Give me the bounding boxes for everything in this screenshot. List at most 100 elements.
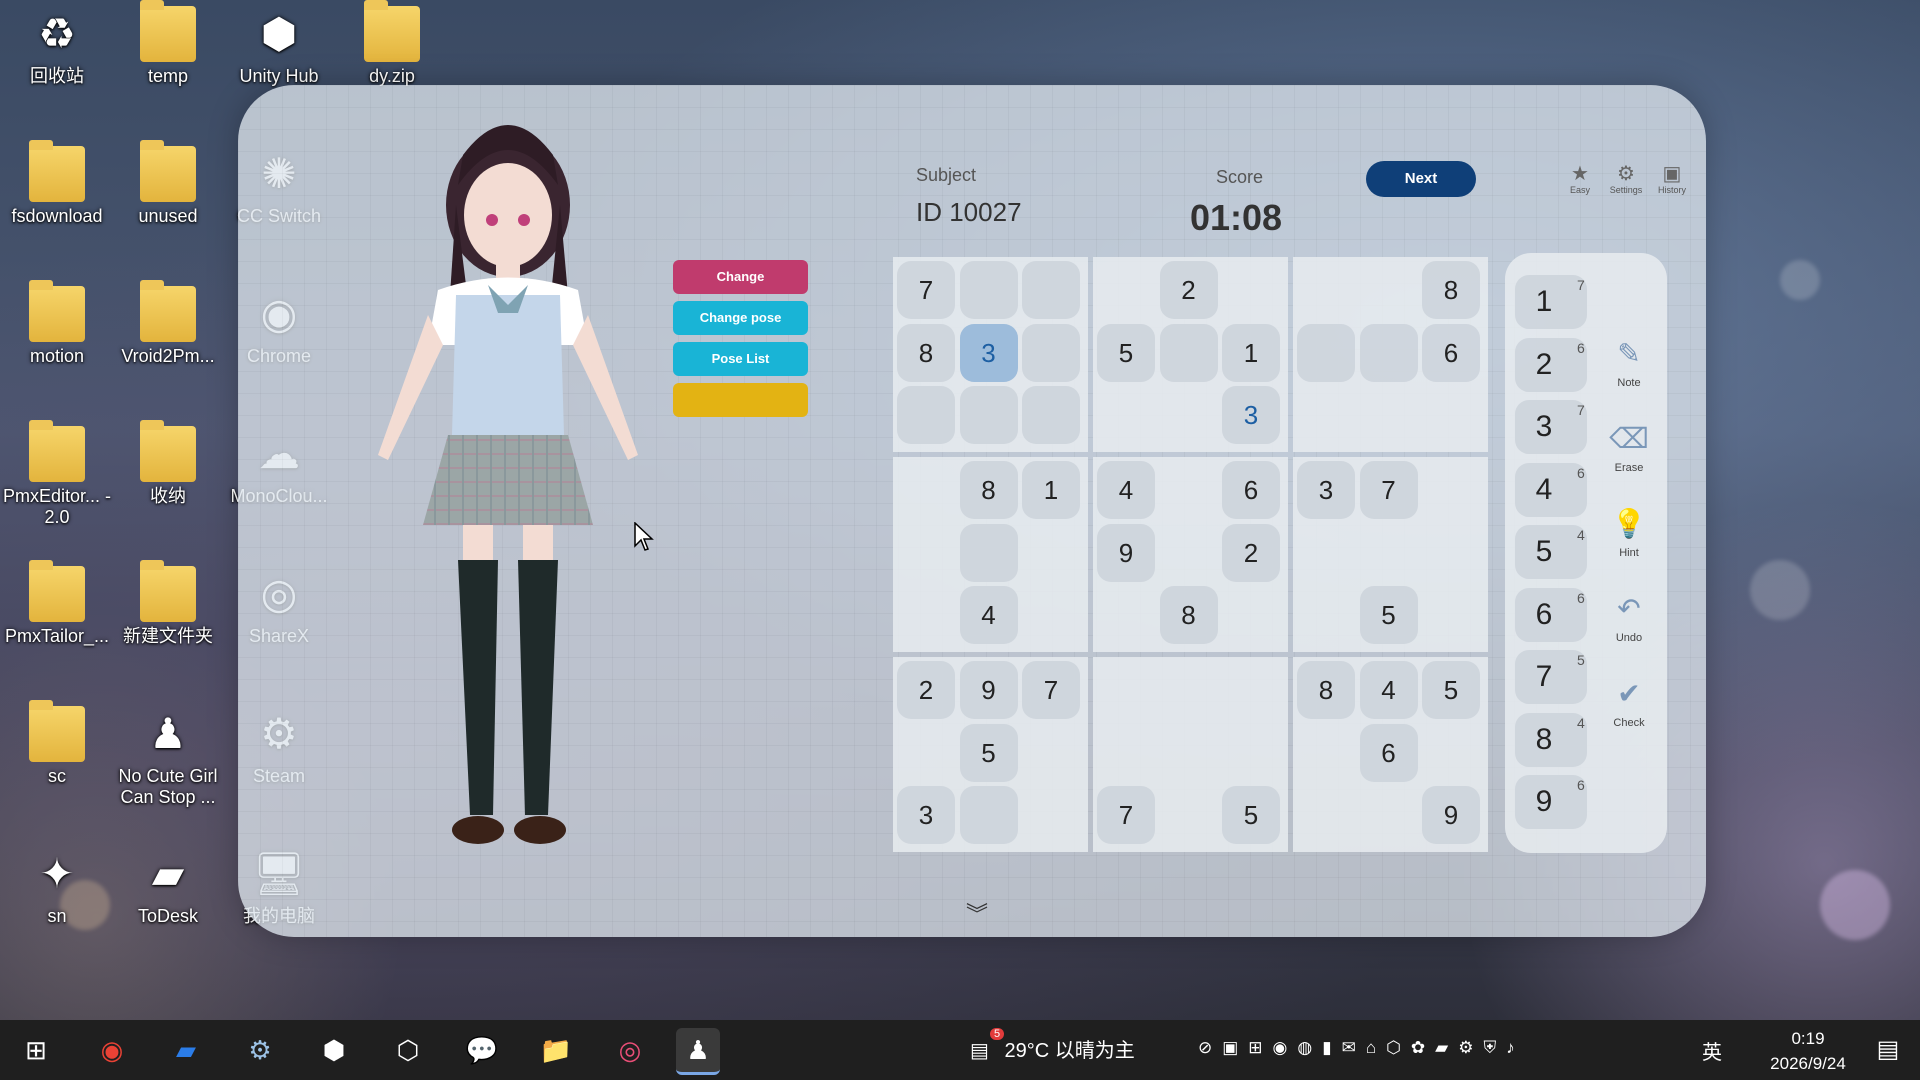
sudoku-cell[interactable]: 8 — [1297, 661, 1355, 719]
sudoku-cell[interactable] — [1022, 786, 1080, 844]
sudoku-cell[interactable] — [1160, 724, 1218, 782]
check-button[interactable]: ✔ Check — [1599, 671, 1659, 729]
sudoku-cell[interactable] — [1022, 524, 1080, 582]
sudoku-cell[interactable]: 3 — [959, 323, 1018, 382]
history-button[interactable]: ▣ History — [1650, 163, 1694, 195]
sudoku-cell[interactable]: 5 — [1097, 323, 1155, 382]
sudoku-cell[interactable] — [1097, 261, 1155, 319]
sudoku-cell[interactable]: 3 — [897, 786, 955, 844]
desktop-icon[interactable]: dy.zip — [337, 0, 447, 87]
sudoku-cell[interactable] — [1422, 524, 1480, 582]
number-key-3[interactable]: 37 — [1515, 400, 1587, 454]
sudoku-cell[interactable] — [1159, 323, 1218, 382]
sudoku-cell[interactable]: 2 — [1159, 261, 1218, 319]
sudoku-cell[interactable]: 8 — [1422, 261, 1480, 319]
sudoku-cell[interactable]: 9 — [1422, 786, 1480, 844]
sudoku-cell[interactable] — [1422, 724, 1480, 782]
sudoku-cell[interactable]: 1 — [1222, 323, 1280, 382]
desktop-icon[interactable]: ♻ 回收站 — [2, 6, 112, 87]
sudoku-cell[interactable]: 5 — [1359, 586, 1418, 644]
sudoku-cell[interactable] — [959, 386, 1018, 444]
sudoku-cell[interactable]: 1 — [1022, 461, 1080, 519]
sudoku-cell[interactable]: 8 — [897, 323, 955, 382]
sudoku-cell[interactable]: 2 — [1222, 523, 1280, 582]
desktop-icon[interactable]: temp — [113, 0, 223, 87]
sudoku-cell[interactable] — [897, 461, 955, 519]
sudoku-cell[interactable] — [897, 524, 955, 582]
sudoku-cell[interactable]: 7 — [1359, 461, 1418, 519]
sudoku-cell[interactable]: 4 — [959, 586, 1018, 644]
sudoku-cell[interactable] — [959, 786, 1018, 844]
desktop-icon[interactable]: motion — [2, 280, 112, 367]
sudoku-cell[interactable] — [1097, 661, 1155, 719]
unity-hub-taskbar-icon[interactable]: ⬡ — [386, 1028, 430, 1072]
desktop-icon[interactable]: sc — [2, 700, 112, 787]
number-key-1[interactable]: 17 — [1515, 275, 1587, 329]
sudoku-cell[interactable]: 9 — [959, 661, 1018, 719]
number-key-5[interactable]: 54 — [1515, 525, 1587, 579]
ime-indicator[interactable]: 英 — [1702, 1036, 1722, 1065]
sudoku-cell[interactable] — [1422, 461, 1480, 519]
desktop-icon[interactable]: ♟ No Cute Girl Can Stop ... — [113, 706, 223, 808]
sudoku-cell[interactable] — [1297, 786, 1355, 844]
sudoku-cell[interactable] — [1160, 461, 1218, 519]
sudoku-cell[interactable] — [1097, 724, 1155, 782]
chevron-down-icon[interactable]: ︾ — [966, 897, 988, 929]
sudoku-cell[interactable] — [959, 261, 1018, 319]
sudoku-cell[interactable] — [1360, 386, 1418, 444]
sudoku-cell[interactable] — [1022, 724, 1080, 782]
sudoku-cell[interactable] — [1297, 386, 1355, 444]
desktop-icon[interactable]: unused — [113, 140, 223, 227]
sudoku-cell[interactable] — [1297, 524, 1355, 582]
sudoku-cell[interactable] — [1360, 261, 1418, 319]
sudoku-cell[interactable]: 3 — [1222, 386, 1280, 444]
desktop-icon[interactable]: 收纳 — [113, 420, 223, 507]
sudoku-cell[interactable] — [897, 586, 955, 644]
change-button[interactable]: Change — [673, 260, 808, 294]
sudoku-cell[interactable]: 5 — [1222, 786, 1280, 844]
sudoku-cell[interactable]: 4 — [1097, 461, 1155, 519]
sudoku-cell[interactable] — [1097, 586, 1155, 644]
sudoku-cell[interactable] — [1222, 661, 1280, 719]
sudoku-cell[interactable]: 6 — [1422, 323, 1480, 382]
sudoku-cell[interactable] — [959, 523, 1018, 582]
number-key-4[interactable]: 46 — [1515, 462, 1587, 517]
game-taskbar-icon[interactable]: ♟ — [676, 1028, 720, 1075]
sudoku-cell[interactable]: 6 — [1359, 723, 1418, 782]
easy-button[interactable]: ★ Easy — [1558, 163, 1602, 195]
notification-icon[interactable]: ▤ — [1866, 1028, 1910, 1072]
sudoku-cell[interactable] — [1297, 724, 1355, 782]
sudoku-cell[interactable] — [1422, 386, 1480, 444]
weather-widget[interactable]: ▤ 5 29°C 以晴为主 — [970, 1028, 1135, 1063]
system-tray-icons[interactable]: ⊘▣⊞◉◍▮✉⌂⬡✿▰⚙⛨♪ — [1198, 1038, 1525, 1058]
unity-taskbar-icon[interactable]: ⬢ — [312, 1028, 356, 1072]
sudoku-cell[interactable]: 8 — [959, 461, 1018, 519]
sudoku-cell[interactable] — [1297, 261, 1355, 319]
sudoku-cell[interactable] — [1222, 724, 1280, 782]
sudoku-cell[interactable]: 9 — [1097, 523, 1155, 582]
settings-button[interactable]: ⚙ Settings — [1604, 163, 1648, 195]
pose-list-button[interactable]: Pose List — [673, 342, 808, 376]
wechat-taskbar-icon[interactable]: 💬 — [460, 1028, 504, 1072]
clock[interactable]: 0:19 2026/9/24 — [1758, 1026, 1858, 1076]
sudoku-cell[interactable] — [1022, 261, 1080, 319]
number-key-7[interactable]: 75 — [1515, 650, 1587, 704]
sudoku-cell[interactable] — [1160, 661, 1218, 719]
file-explorer-taskbar-icon[interactable]: 📁 — [534, 1028, 578, 1072]
undo-button[interactable]: ↶ Undo — [1599, 586, 1659, 644]
hint-button[interactable]: 💡 Hint — [1599, 501, 1659, 559]
todesk-taskbar-icon[interactable]: ▰ — [164, 1028, 208, 1072]
sudoku-cell[interactable] — [1022, 323, 1080, 382]
sharex-taskbar-icon[interactable]: ◎ — [608, 1028, 652, 1072]
sudoku-cell[interactable]: 4 — [1359, 661, 1418, 719]
sudoku-cell[interactable]: 5 — [1422, 661, 1480, 719]
sudoku-cell[interactable]: 2 — [897, 661, 955, 719]
desktop-icon[interactable]: ⬢ Unity Hub — [224, 6, 334, 87]
erase-button[interactable]: ⌫ Erase — [1599, 416, 1659, 474]
avatar-character[interactable] — [358, 85, 658, 885]
sudoku-cell[interactable] — [1359, 323, 1418, 382]
windows-start-icon[interactable]: ⊞ — [14, 1028, 58, 1072]
number-key-9[interactable]: 96 — [1515, 775, 1587, 829]
sudoku-cell[interactable] — [1222, 586, 1280, 644]
next-button[interactable]: Next — [1366, 161, 1476, 197]
